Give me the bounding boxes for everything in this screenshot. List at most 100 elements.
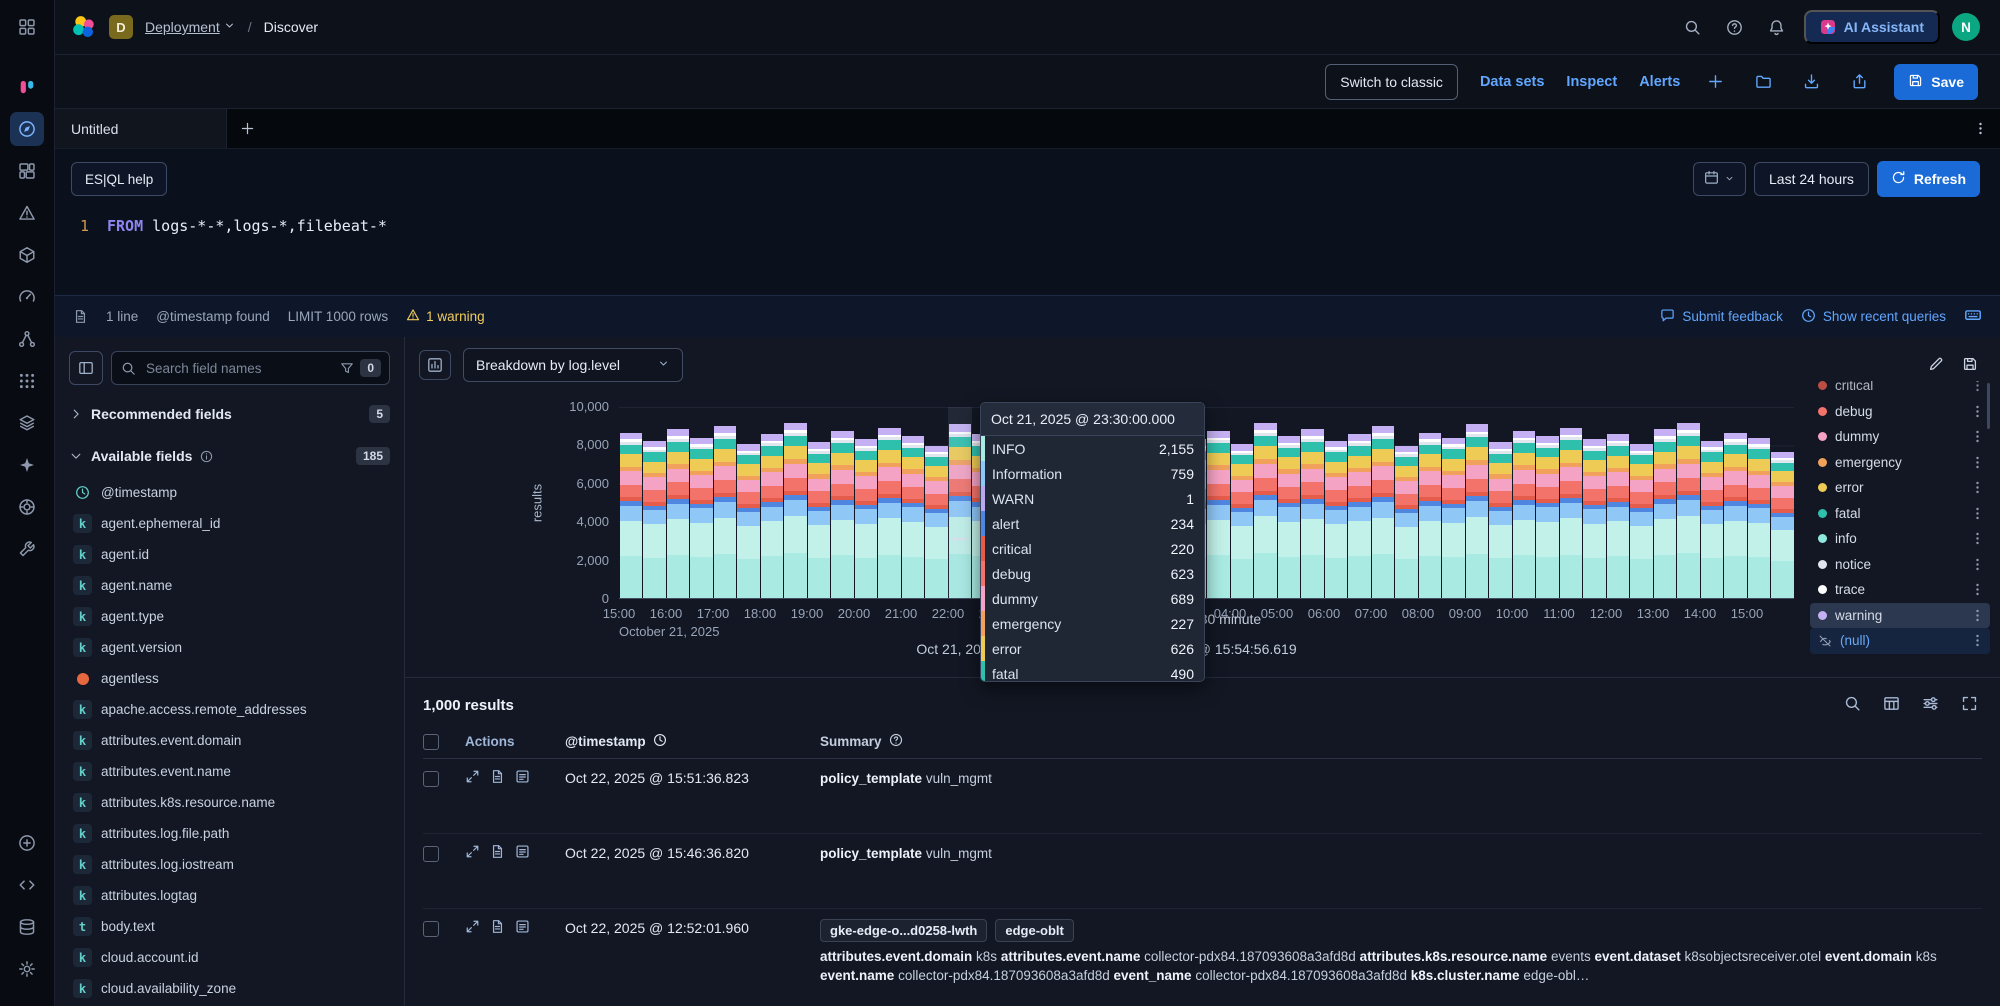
breadcrumb-deployment[interactable]: Deployment [145, 19, 236, 35]
inspect-row-icon[interactable] [515, 844, 530, 862]
inspect-row-icon[interactable] [515, 769, 530, 787]
new-tab-button[interactable] [227, 121, 267, 136]
open-folder-icon[interactable] [1750, 73, 1776, 90]
view-document-icon[interactable] [490, 844, 505, 862]
expand-row-icon[interactable] [465, 769, 480, 787]
legend-item-menu-icon[interactable] [1970, 480, 1986, 495]
tab-untitled[interactable]: Untitled [55, 109, 227, 148]
field-item[interactable]: kagent.version [69, 632, 390, 663]
histogram-bar[interactable] [1348, 434, 1371, 598]
settings-gear-icon[interactable] [10, 952, 44, 986]
histogram-bar[interactable] [1654, 429, 1677, 598]
refresh-button[interactable]: Refresh [1877, 161, 1980, 197]
field-search[interactable]: 0 [111, 351, 390, 385]
view-document-icon[interactable] [490, 769, 505, 787]
histogram-bar[interactable] [1372, 426, 1395, 598]
nav-alerts-icon[interactable] [10, 196, 44, 230]
nav-integrations-icon[interactable] [10, 238, 44, 272]
global-search-icon[interactable] [1678, 12, 1708, 42]
summary-column-header[interactable]: Summary [820, 733, 1982, 750]
histogram-bar[interactable] [761, 434, 784, 598]
available-fields-section[interactable]: Available fields 185 [69, 443, 390, 469]
help-icon[interactable] [1720, 12, 1750, 42]
inspect-row-icon[interactable] [515, 919, 530, 937]
legend-item[interactable]: warning [1810, 603, 1990, 629]
nav-ml-icon[interactable] [10, 322, 44, 356]
row-checkbox[interactable] [423, 921, 439, 937]
nav-discover-icon[interactable] [10, 112, 44, 146]
histogram-bar[interactable] [690, 438, 713, 598]
histogram-bar[interactable] [925, 446, 948, 598]
legend-item-menu-icon[interactable] [1970, 429, 1986, 444]
date-picker-button[interactable] [1693, 162, 1746, 196]
histogram-bar[interactable] [902, 436, 925, 598]
app-menu-icon[interactable] [10, 10, 44, 44]
filter-funnel-icon[interactable] [340, 361, 354, 375]
histogram-bar[interactable] [855, 439, 878, 598]
table-row[interactable]: Oct 22, 2025 @ 15:46:36.820policy_templa… [423, 834, 1982, 909]
field-item[interactable]: tbody.text [69, 911, 390, 942]
row-settings-icon[interactable] [1922, 695, 1939, 715]
histogram-bar[interactable] [1677, 423, 1700, 598]
legend-item-menu-icon[interactable] [1970, 381, 1986, 393]
ai-assistant-button[interactable]: AI Assistant [1804, 10, 1940, 44]
keyboard-shortcuts-icon[interactable] [1964, 306, 1982, 327]
histogram-bar[interactable] [1442, 438, 1465, 598]
field-item[interactable]: kcloud.account.id [69, 942, 390, 973]
summary-badge[interactable]: edge-oblt [995, 919, 1074, 942]
field-item[interactable]: kagent.id [69, 539, 390, 570]
summary-badge[interactable]: gke-edge-o...d0258-lwth [820, 919, 987, 942]
histogram-bar[interactable] [643, 441, 666, 598]
add-icon[interactable] [10, 826, 44, 860]
legend-item-menu-icon[interactable] [1970, 506, 1986, 521]
legend-item[interactable]: critical [1810, 381, 1990, 399]
alerts-link[interactable]: Alerts [1639, 74, 1680, 90]
nav-apps-icon[interactable] [10, 364, 44, 398]
histogram-bar[interactable] [1607, 434, 1630, 598]
save-button[interactable]: Save [1894, 64, 1978, 100]
histogram-bar[interactable] [1630, 444, 1653, 598]
tab-bar-menu-icon[interactable] [1960, 121, 2000, 136]
alerts-bell-icon[interactable] [1762, 12, 1792, 42]
nav-ai-icon[interactable] [10, 448, 44, 482]
submit-feedback-link[interactable]: Submit feedback [1660, 308, 1783, 326]
edit-visualization-icon[interactable] [1928, 356, 1944, 375]
histogram-bar[interactable] [878, 428, 901, 598]
field-item[interactable]: kattributes.event.name [69, 756, 390, 787]
nav-layers-icon[interactable] [10, 406, 44, 440]
observability-logo-icon[interactable] [10, 70, 44, 104]
legend-item-menu-icon[interactable] [1970, 582, 1986, 597]
histogram-bar[interactable] [667, 429, 690, 598]
field-item[interactable]: kattributes.log.file.path [69, 818, 390, 849]
chart-options-button[interactable] [419, 350, 451, 380]
legend-item-menu-icon[interactable] [1970, 404, 1986, 419]
row-checkbox[interactable] [423, 846, 439, 862]
field-item[interactable]: kattributes.logtag [69, 880, 390, 911]
histogram-plot[interactable] [619, 407, 1794, 599]
histogram-bar[interactable] [1325, 441, 1348, 598]
histogram-bar[interactable] [1560, 428, 1583, 598]
display-options-icon[interactable] [1883, 695, 1900, 715]
data-management-icon[interactable] [10, 910, 44, 944]
histogram-bar[interactable] [831, 431, 854, 598]
nav-dashboards-icon[interactable] [10, 154, 44, 188]
histogram-bar[interactable] [1724, 433, 1747, 598]
data-sets-link[interactable]: Data sets [1480, 74, 1544, 90]
inspect-link[interactable]: Inspect [1566, 74, 1617, 90]
space-badge[interactable]: D [109, 15, 133, 39]
select-all-checkbox[interactable] [423, 734, 439, 750]
field-item[interactable]: kattributes.log.iostream [69, 849, 390, 880]
show-recent-queries-link[interactable]: Show recent queries [1801, 308, 1946, 326]
recommended-fields-section[interactable]: Recommended fields 5 [69, 401, 390, 427]
warning-indicator[interactable]: 1 warning [406, 308, 485, 325]
histogram-bar[interactable] [784, 423, 807, 598]
histogram-bar[interactable] [1536, 436, 1559, 598]
editor-doc-icon[interactable] [73, 309, 88, 324]
legend-item[interactable]: trace [1810, 577, 1990, 603]
legend-item[interactable]: notice [1810, 552, 1990, 578]
table-row[interactable]: Oct 22, 2025 @ 15:51:36.823policy_templa… [423, 759, 1982, 834]
field-item[interactable]: kagent.name [69, 570, 390, 601]
fullscreen-icon[interactable] [1961, 695, 1978, 715]
breakdown-select[interactable]: Breakdown by log.level [463, 348, 683, 382]
nav-uptime-icon[interactable] [10, 490, 44, 524]
